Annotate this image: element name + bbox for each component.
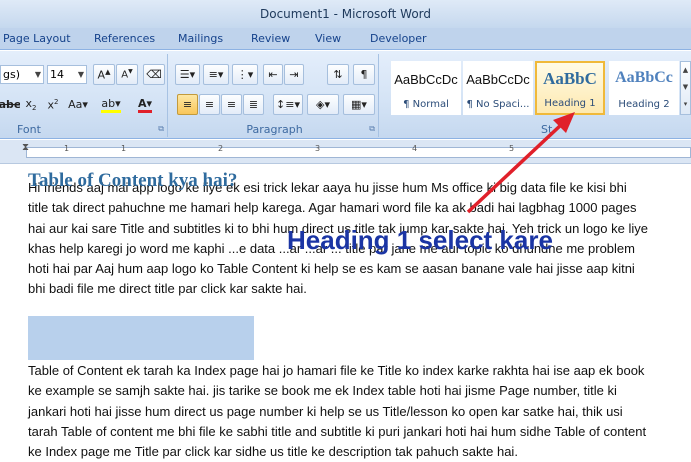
annotation-arrow — [466, 112, 575, 214]
arrow-shaft — [466, 122, 564, 214]
